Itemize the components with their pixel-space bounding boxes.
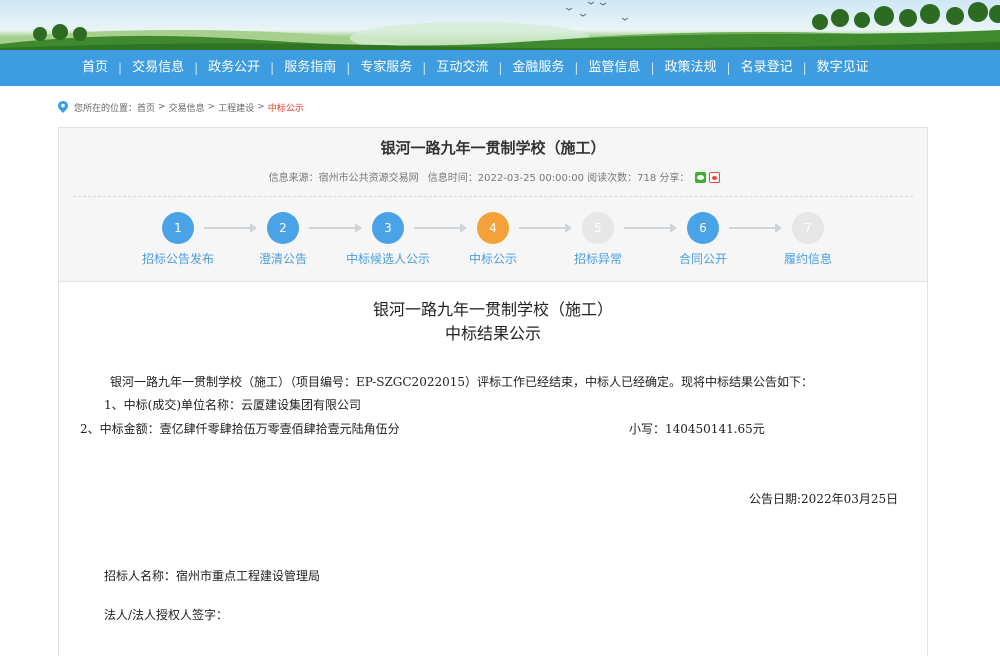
breadcrumb-separator: >: [207, 102, 216, 112]
step-label: 招标公告发布: [141, 252, 214, 266]
winning-amount: 2、中标金额：壹亿肆仟零肆拾伍万零壹佰肆拾壹元陆角伍分: [80, 422, 400, 436]
nav-separator: |: [118, 61, 123, 75]
nav-separator: |: [194, 61, 199, 75]
breadcrumb-home[interactable]: 首页: [137, 101, 155, 114]
step-1[interactable]: 1 招标公告发布: [123, 212, 233, 267]
step-number-circle: 4: [477, 212, 509, 244]
breadcrumb-separator: >: [257, 102, 265, 112]
nav-item-directory-registration[interactable]: 名录登记: [731, 50, 803, 86]
nav-item-interaction[interactable]: 互动交流: [426, 50, 498, 86]
nav-item-supervision[interactable]: 监管信息: [578, 50, 650, 86]
landscape-banner-image: [0, 1, 1000, 50]
announcement-card: 银河一路九年一贯制学校（施工） 信息来源：宿州市公共资源交易网 信息时间：202…: [58, 127, 928, 656]
step-number-circle: 6: [687, 212, 719, 244]
step-label: 合同公开: [678, 252, 727, 266]
nav-separator: |: [726, 61, 731, 75]
main-nav: 首页 | 交易信息 | 政务公开 | 服务指南 | 专家服务 | 互动交流 | 金融服务 | 监管信息 | 政策…: [0, 50, 1000, 86]
weibo-share-icon[interactable]: [709, 172, 721, 183]
step-7[interactable]: 7 履约信息: [753, 212, 863, 267]
winning-bidder: 1、中标(成交)单位名称：云厦建设集团有限公司: [104, 398, 361, 412]
header-banner: [0, 0, 1000, 50]
breadcrumb-prefix: 您所在的位置：: [74, 103, 138, 114]
step-2[interactable]: 2 澄清公告: [228, 212, 338, 267]
nav-separator: |: [422, 61, 427, 75]
breadcrumb-engineering[interactable]: 工程建设: [218, 101, 254, 114]
info-time-views: 信息时间：2022-03-25 00:00:00 阅读次数：718 分享：: [427, 173, 690, 184]
document-intro: 银河一路九年一贯制学校（施工）（项目编号：EP-SZGC2022015）评标工作…: [110, 375, 814, 389]
step-3[interactable]: 3 中标候选人公示: [333, 212, 443, 267]
breadcrumb: 您所在的位置： 首页 > 交易信息 > 工程建设 > 中标公示: [58, 100, 304, 114]
breadcrumb-current: 中标公示: [267, 103, 304, 114]
breadcrumb-separator: >: [158, 102, 166, 112]
process-steps: 1 招标公告发布 2 澄清公告 3 中标候选人公示 4 中标公示 5 招标异常 6 合同公开 7 履约信息: [59, 212, 927, 272]
nav-separator: |: [802, 61, 807, 75]
breadcrumb-trade-info[interactable]: 交易信息: [169, 101, 205, 114]
step-4[interactable]: 4 中标公示: [438, 212, 548, 267]
step-number-circle: 1: [162, 212, 194, 244]
nav-item-expert-service[interactable]: 专家服务: [350, 50, 422, 86]
announcement-date: 公告日期:2022年03月25日: [749, 492, 899, 506]
wechat-share-icon[interactable]: [695, 172, 707, 183]
nav-separator: |: [574, 61, 579, 75]
nav-item-finance-service[interactable]: 金融服务: [502, 50, 574, 86]
nav-separator: |: [650, 61, 655, 75]
nav-separator: |: [346, 61, 351, 75]
winning-amount-numeric: 小写：140450141.65元: [629, 422, 765, 436]
step-label: 中标公示: [468, 252, 517, 266]
tenderer-name: 招标人名称：宿州市重点工程建设管理局: [104, 569, 321, 583]
info-meta: 信息来源：宿州市公共资源交易网 信息时间：2022-03-25 00:00:00…: [59, 169, 927, 184]
page-title: 银河一路九年一贯制学校（施工）: [380, 139, 606, 157]
nav-item-digital-witness[interactable]: 数字见证: [807, 50, 879, 86]
legal-rep-signature: 法人/法人授权人签字：: [104, 608, 229, 622]
location-pin-icon: [58, 101, 68, 113]
step-number-circle: 2: [267, 212, 299, 244]
step-label: 招标异常: [573, 252, 622, 266]
main-nav-items: 首页 | 交易信息 | 政务公开 | 服务指南 | 专家服务 | 互动交流 | 金融服务 | 监管信息 | 政策…: [72, 50, 879, 86]
step-number-circle: 3: [372, 212, 404, 244]
step-6[interactable]: 6 合同公开: [648, 212, 758, 267]
nav-separator: |: [498, 61, 503, 75]
nav-item-service-guide[interactable]: 服务指南: [274, 50, 346, 86]
step-label: 履约信息: [783, 252, 832, 266]
announcement-header: 银河一路九年一贯制学校（施工） 信息来源：宿州市公共资源交易网 信息时间：202…: [59, 128, 927, 282]
info-source: 信息来源：宿州市公共资源交易网: [268, 173, 419, 184]
step-label: 中标候选人公示: [345, 252, 430, 266]
nav-item-policy[interactable]: 政策法规: [655, 50, 727, 86]
document-subtitle: 中标结果公示: [444, 324, 541, 343]
nav-item-home[interactable]: 首页: [72, 50, 118, 86]
document-title: 银河一路九年一贯制学校（施工）: [372, 300, 613, 319]
nav-item-gov-affairs[interactable]: 政务公开: [198, 50, 270, 86]
nav-item-trade-info[interactable]: 交易信息: [122, 50, 194, 86]
step-number-circle: 7: [792, 212, 824, 244]
header-divider: [73, 196, 913, 197]
step-label: 澄清公告: [258, 252, 307, 266]
nav-separator: |: [270, 61, 275, 75]
step-number-circle: 5: [582, 212, 614, 244]
step-5[interactable]: 5 招标异常: [543, 212, 653, 267]
